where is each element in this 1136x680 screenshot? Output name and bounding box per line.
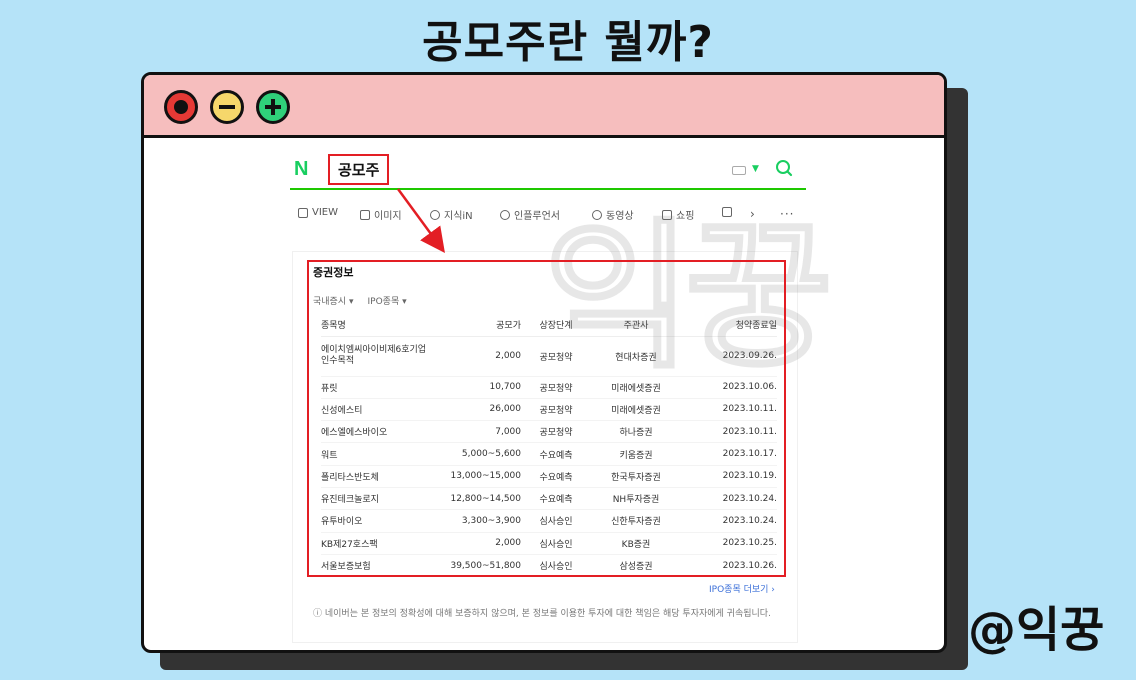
tab-influencer[interactable]: 인플루언서: [500, 207, 560, 222]
browser-window: 익꿍 N 공모주 ▼ VIEW 이미지 지식iN: [141, 72, 947, 653]
minimize-window-button[interactable]: [210, 90, 244, 124]
disclaimer-notice: ⓘ 네이버는 본 정보의 정확성에 대해 보증하지 않으며, 본 정보를 이용한…: [313, 609, 771, 619]
tab-kin[interactable]: 지식iN: [430, 207, 473, 222]
stock-info-panel: 증권정보 국내증시 ▾ IPO종목 ▾ 종목명 공모가 상장단계 주관사 청약종…: [292, 251, 798, 643]
chevron-right-icon[interactable]: ›: [750, 207, 755, 221]
search-results-page: N 공모주 ▼ VIEW 이미지 지식iN 인플루언서 동영상 쇼핑 › ···…: [290, 75, 806, 650]
person-icon: [500, 209, 510, 220]
naver-logo[interactable]: N: [294, 158, 308, 181]
brand-handle: @익꿍: [968, 602, 1105, 658]
tab-label: 쇼핑: [676, 211, 695, 222]
close-window-button[interactable]: [164, 90, 198, 124]
ipo-more-link[interactable]: IPO종목 더보기 ›: [709, 582, 775, 595]
bag-icon: [662, 209, 672, 220]
keyboard-icon[interactable]: [732, 166, 746, 175]
tab-label: 인플루언서: [514, 211, 560, 222]
image-icon: [360, 209, 370, 220]
tab-view[interactable]: VIEW: [298, 207, 338, 218]
tab-label: 동영상: [606, 211, 634, 222]
highlight-box: [307, 260, 786, 577]
chevron-down-icon[interactable]: ▼: [752, 164, 759, 174]
headline: 공모주란 뭘까?: [422, 17, 714, 68]
tab-shopping[interactable]: 쇼핑: [662, 207, 694, 222]
tab-label: 이미지: [374, 211, 402, 222]
maximize-window-button[interactable]: [256, 90, 290, 124]
question-icon: [430, 209, 440, 220]
tab-label: VIEW: [312, 207, 338, 218]
tab-video[interactable]: 동영상: [592, 207, 634, 222]
tab-image[interactable]: 이미지: [360, 207, 402, 222]
search-bar: N 공모주 ▼: [290, 150, 806, 190]
search-tabs: VIEW 이미지 지식iN 인플루언서 동영상 쇼핑 › ···: [290, 203, 806, 227]
search-input[interactable]: 공모주: [328, 154, 390, 185]
tab-label: 지식iN: [444, 211, 473, 222]
tab-more-icon[interactable]: [722, 207, 732, 217]
play-icon: [592, 209, 602, 220]
search-icon[interactable]: [774, 158, 794, 178]
more-options-icon[interactable]: ···: [780, 207, 794, 221]
view-icon: [298, 207, 308, 218]
news-icon: [722, 207, 732, 217]
